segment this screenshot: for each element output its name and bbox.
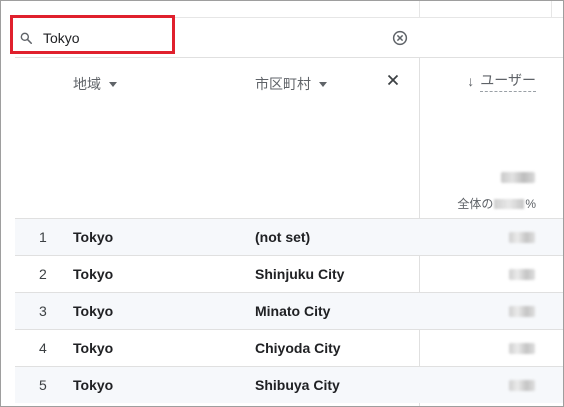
users-total-blurred [501, 172, 535, 183]
table-row[interactable]: 2 Tokyo Shinjuku City [15, 255, 563, 292]
cell-users-blurred [509, 379, 535, 391]
caret-down-icon[interactable] [319, 81, 327, 87]
table-header: 地域 市区町村 ↓ ユーザー 全体の % [15, 58, 563, 218]
arrow-down-icon[interactable]: ↓ [467, 73, 474, 89]
cell-region: Tokyo [73, 266, 114, 282]
column-header-city-label: 市区町村 [255, 76, 311, 92]
cell-region: Tokyo [73, 303, 114, 319]
cell-city: Shibuya City [255, 377, 340, 393]
cell-city: (not set) [255, 229, 311, 245]
row-index: 1 [39, 229, 47, 245]
cell-region: Tokyo [73, 340, 114, 356]
column-header-users-label: ユーザー [480, 70, 536, 92]
table-body: 1 Tokyo (not set) 2 Tokyo Shinjuku City … [15, 218, 563, 403]
cell-city: Minato City [255, 303, 331, 319]
search-icon [20, 32, 33, 45]
cell-users-blurred [509, 342, 535, 354]
search-input[interactable] [43, 28, 343, 48]
cell-city: Chiyoda City [255, 340, 341, 356]
caret-down-icon[interactable] [109, 81, 117, 87]
cell-region: Tokyo [73, 229, 114, 245]
top-divider [15, 1, 563, 18]
cell-users-blurred [509, 268, 535, 280]
row-index: 2 [39, 266, 47, 282]
table-row[interactable]: 4 Tokyo Chiyoda City [15, 329, 563, 366]
row-index: 4 [39, 340, 47, 356]
percent-prefix: 全体の [457, 197, 494, 211]
cell-city: Shinjuku City [255, 266, 345, 282]
column-header-region[interactable]: 地域 [73, 74, 117, 94]
percent-suffix: % [525, 196, 536, 211]
row-index: 5 [39, 377, 47, 393]
table-row[interactable]: 5 Tokyo Shibuya City [15, 366, 563, 403]
row-index: 3 [39, 303, 47, 319]
column-header-users[interactable]: ↓ ユーザー [467, 70, 536, 92]
users-percent-of-total: 全体の % [457, 195, 536, 212]
table-row[interactable]: 1 Tokyo (not set) [15, 218, 563, 255]
cell-users-blurred [509, 305, 535, 317]
close-icon[interactable] [385, 72, 401, 88]
column-header-region-label: 地域 [73, 76, 101, 92]
search-bar [15, 18, 563, 58]
cell-users-blurred [509, 231, 535, 243]
percent-value-blurred [494, 198, 525, 209]
report-table: 地域 市区町村 ↓ ユーザー 全体の % 1 Tokyo (not set) [0, 0, 564, 407]
cell-region: Tokyo [73, 377, 114, 393]
column-header-city[interactable]: 市区町村 [255, 74, 327, 94]
clear-circle-icon[interactable] [391, 29, 409, 47]
table-row[interactable]: 3 Tokyo Minato City [15, 292, 563, 329]
